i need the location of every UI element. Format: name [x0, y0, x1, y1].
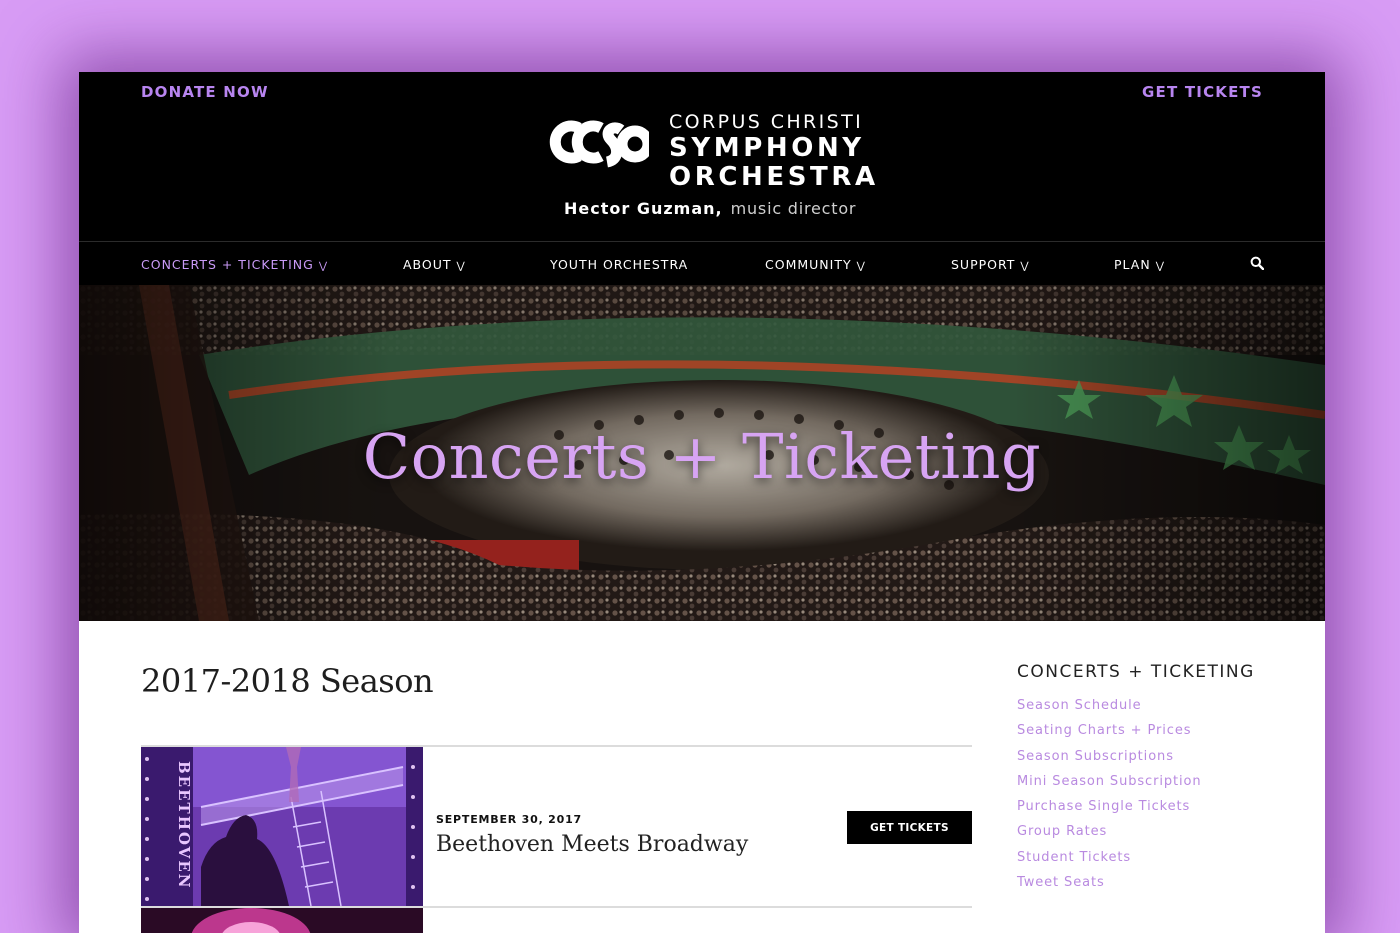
season-title: 2017-2018 Season	[141, 662, 434, 700]
sidebar-link-student-tickets[interactable]: Student Tickets	[1017, 850, 1202, 875]
logo-wordmark: CORPUS CHRISTI SYMPHONY ORCHESTRA	[669, 110, 879, 192]
event-item[interactable]: BEETHOVEN SEPTEMBER 30, 2017 Beethoven M…	[141, 747, 972, 906]
nav-label: PLAN	[1114, 257, 1151, 272]
thumb-marquee-text: BEETHOVEN	[175, 761, 193, 889]
chevron-down-icon: ⋁	[1155, 261, 1165, 272]
sidebar-link-seating-charts[interactable]: Seating Charts + Prices	[1017, 723, 1202, 748]
nav-item-support[interactable]: SUPPORT ⋁	[951, 257, 1030, 272]
logo-line-1: CORPUS CHRISTI	[669, 111, 864, 133]
nav-item-plan[interactable]: PLAN ⋁	[1114, 257, 1165, 272]
nav-item-community[interactable]: COMMUNITY ⋁	[765, 257, 866, 272]
nav-label: CONCERTS + TICKETING	[141, 257, 314, 272]
music-director-credit: Hector Guzman, music director	[564, 199, 856, 218]
nav-item-about[interactable]: ABOUT ⋁	[403, 257, 466, 272]
director-name: Hector Guzman,	[564, 199, 723, 218]
next-event-artwork	[141, 908, 423, 933]
event-list: BEETHOVEN SEPTEMBER 30, 2017 Beethoven M…	[141, 745, 972, 908]
logo-line-3: ORCHESTRA	[669, 162, 879, 192]
donate-now-link[interactable]: DONATE NOW	[141, 83, 269, 101]
beethoven-broadway-artwork: BEETHOVEN	[141, 747, 423, 906]
ccso-logo-mark-icon	[549, 120, 649, 168]
event-thumbnail[interactable]	[141, 908, 423, 933]
site-header: DONATE NOW GET TICKETS CORPUS CHRISTI SY…	[79, 72, 1325, 241]
event-get-tickets-button[interactable]: GET TICKETS	[847, 811, 972, 844]
browser-frame: DONATE NOW GET TICKETS CORPUS CHRISTI SY…	[79, 72, 1325, 933]
sidebar-link-season-subscriptions[interactable]: Season Subscriptions	[1017, 749, 1202, 774]
event-thumbnail[interactable]: BEETHOVEN	[141, 747, 423, 906]
get-tickets-link[interactable]: GET TICKETS	[1142, 83, 1263, 101]
logo-line-2: SYMPHONY	[669, 133, 865, 163]
chevron-down-icon: ⋁	[856, 261, 866, 272]
nav-item-youth-orchestra[interactable]: YOUTH ORCHESTRA	[550, 257, 688, 272]
sidebar-links: Season Schedule Seating Charts + Prices …	[1017, 698, 1202, 900]
nav-label: COMMUNITY	[765, 257, 852, 272]
sidebar-link-season-schedule[interactable]: Season Schedule	[1017, 698, 1202, 723]
chevron-down-icon: ⋁	[1020, 261, 1030, 272]
sidebar-link-tweet-seats[interactable]: Tweet Seats	[1017, 875, 1202, 900]
chevron-down-icon: ⋁	[318, 261, 329, 272]
main-nav: CONCERTS + TICKETING ⋁ ABOUT ⋁ YOUTH ORCHE…	[79, 241, 1325, 286]
hero-banner: Concerts + Ticketing	[79, 285, 1325, 621]
nav-label: ABOUT	[403, 257, 452, 272]
nav-label: SUPPORT	[951, 257, 1016, 272]
event-date: SEPTEMBER 30, 2017	[436, 813, 582, 826]
hero-title: Concerts + Ticketing	[362, 420, 1042, 493]
nav-label: YOUTH ORCHESTRA	[550, 257, 689, 272]
event-title[interactable]: Beethoven Meets Broadway	[436, 832, 748, 857]
sidebar-title: CONCERTS + TICKETING	[1017, 662, 1255, 682]
sidebar-link-single-tickets[interactable]: Purchase Single Tickets	[1017, 799, 1202, 824]
sidebar-link-mini-season[interactable]: Mini Season Subscription	[1017, 774, 1202, 799]
director-role: music director	[730, 199, 857, 218]
sidebar-link-group-rates[interactable]: Group Rates	[1017, 824, 1202, 849]
search-icon[interactable]	[1250, 256, 1264, 270]
chevron-down-icon: ⋁	[456, 261, 466, 272]
nav-item-concerts-ticketing[interactable]: CONCERTS + TICKETING ⋁	[141, 257, 328, 272]
